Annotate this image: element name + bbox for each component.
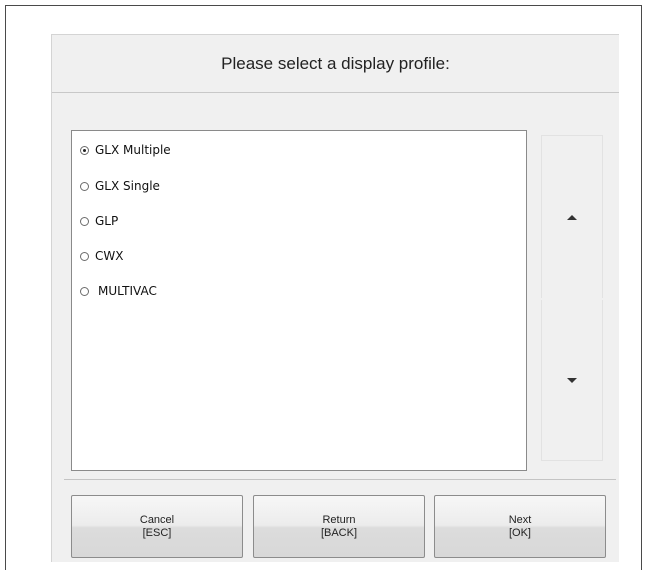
radio-button[interactable] [80, 181, 89, 191]
cancel-button[interactable]: Cancel [ESC] [71, 495, 243, 558]
radio-button[interactable] [80, 216, 89, 226]
next-button-label: Next [508, 513, 532, 526]
next-button[interactable]: Next [OK] [434, 495, 606, 558]
profile-option-multivac[interactable]: MULTIVAC [80, 281, 157, 301]
cancel-button-label: Cancel [139, 513, 175, 526]
scroll-up-button[interactable] [541, 135, 603, 298]
next-button-key: [OK] [508, 526, 531, 539]
dialog-title: Please select a display profile: [52, 35, 619, 93]
profile-label: MULTIVAC [98, 284, 157, 298]
footer-divider [64, 479, 616, 480]
profile-label: GLX Single [95, 179, 160, 193]
scroll-down-button[interactable] [541, 300, 603, 461]
cancel-button-key: [ESC] [142, 526, 172, 539]
profile-option-glx-multiple[interactable]: GLX Multiple [80, 140, 171, 160]
return-button-label: Return [322, 513, 356, 526]
triangle-down-icon [567, 377, 577, 383]
profile-option-glp[interactable]: GLP [80, 211, 118, 231]
triangle-up-icon [567, 214, 577, 220]
radio-button[interactable] [80, 251, 89, 261]
profile-label: GLP [95, 214, 119, 228]
window-frame: Please select a display profile: GLX Mul… [5, 5, 642, 570]
return-button[interactable]: Return [BACK] [253, 495, 425, 558]
profile-dialog: Please select a display profile: GLX Mul… [51, 34, 619, 562]
radio-button-selected[interactable] [80, 145, 89, 155]
profile-label: GLX Multiple [95, 143, 171, 157]
profile-label: CWX [95, 249, 124, 263]
radio-button[interactable] [80, 286, 89, 296]
profile-option-cwx[interactable]: CWX [80, 246, 123, 266]
profile-option-glx-single[interactable]: GLX Single [80, 176, 160, 196]
profile-list[interactable]: GLX Multiple GLX Single GLP CWX MULTIVAC [71, 130, 527, 471]
return-button-key: [BACK] [320, 526, 358, 539]
